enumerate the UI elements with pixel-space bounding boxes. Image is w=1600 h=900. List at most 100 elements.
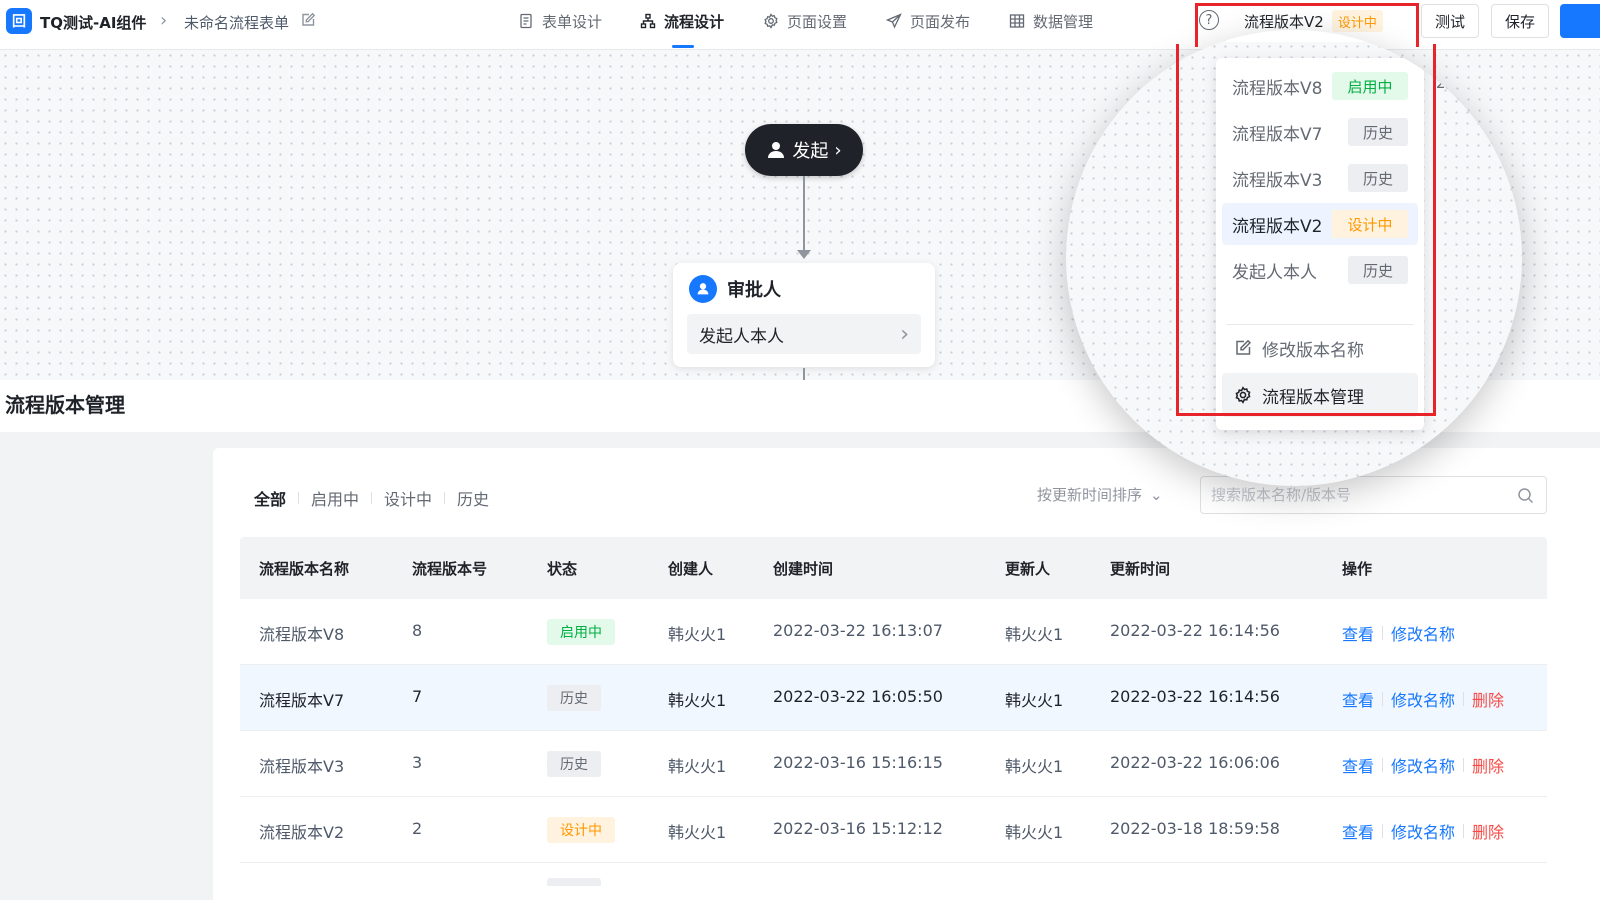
magnifier-callout: 流程版本V8 启用中 流程版本V7 历史 流程版本V3 历史 流程版本V2 设计… (1066, 30, 1522, 486)
version-option[interactable]: 发起人本人 历史 (1222, 249, 1418, 291)
tab-data-management[interactable]: 数据管理 (1009, 11, 1093, 31)
version-option-name: 流程版本V7 (1232, 124, 1323, 145)
edit-icon (1236, 339, 1252, 355)
version-option-selected[interactable]: 流程版本V2 设计中 (1222, 203, 1418, 245)
send-icon (886, 13, 902, 29)
tab-label: 页面发布 (910, 12, 971, 31)
cell-number: 8 (412, 621, 423, 640)
version-table: 流程版本名称 流程版本号 状态 创建人 创建时间 更新人 更新时间 操作 流程版… (240, 537, 1547, 863)
zoom-in-icon[interactable]: + (1486, 68, 1516, 98)
user-icon (768, 142, 785, 158)
flow-icon (640, 13, 656, 29)
version-option[interactable]: 流程版本V8 启用中 (1222, 65, 1418, 107)
table-row[interactable]: 流程版本V3 3 历史 韩火火1 2022-03-16 15:16:15 韩火火… (240, 731, 1547, 797)
view-button[interactable]: 查看 (1342, 687, 1374, 711)
tab-page-settings[interactable]: 页面设置 (763, 11, 847, 31)
version-dropdown: 流程版本V8 启用中 流程版本V7 历史 流程版本V3 历史 流程版本V2 设计… (1216, 58, 1424, 430)
manage-versions-action[interactable]: 流程版本管理 (1222, 373, 1418, 417)
status-badge: 历史 (1348, 164, 1408, 192)
status-badge: 设计中 (1332, 210, 1408, 238)
status-badge (547, 878, 601, 886)
table-row[interactable]: 流程版本V8 8 启用中 韩火火1 2022-03-22 16:13:07 韩火… (240, 599, 1547, 665)
cell-creator: 韩火火1 (668, 625, 727, 644)
version-select (1226, 30, 1422, 42)
help-icon[interactable]: ? (1199, 10, 1219, 30)
cell-updated-time: 2022-03-18 18:59:58 (1110, 819, 1280, 838)
version-option[interactable]: 流程版本V3 历史 (1222, 157, 1418, 199)
approver-node[interactable]: 审批人 发起人本人 › (673, 263, 935, 367)
cell-updated-time: 2022-03-22 16:06:06 (1110, 753, 1280, 772)
tab-flow-design[interactable]: 流程设计 (640, 11, 724, 31)
view-button[interactable]: 查看 (1342, 753, 1374, 777)
publish-button[interactable] (1560, 4, 1600, 38)
tab-label: 数据管理 (1033, 12, 1094, 31)
divider (1463, 692, 1465, 706)
start-node[interactable]: 发起 › (745, 124, 863, 176)
approver-avatar-icon (689, 275, 717, 303)
rename-version-action[interactable]: 修改版本名称 (1222, 326, 1418, 370)
status-badge: 启用中 (547, 619, 615, 645)
chevron-right-icon: › (834, 139, 842, 161)
tab-label: 页面设置 (787, 12, 848, 31)
tab-label: 流程设计 (664, 12, 725, 31)
chevron-down-icon: ⌄ (1150, 485, 1163, 504)
rename-button[interactable]: 修改名称 (1391, 753, 1455, 777)
cell-creator: 韩火火1 (668, 823, 727, 842)
approver-value-text: 发起人本人 (699, 326, 784, 347)
tab-page-publish[interactable]: 页面发布 (886, 11, 970, 31)
app-name[interactable]: TQ测试-AI组件 (40, 12, 146, 33)
sort-select[interactable]: 按更新时间排序 ⌄ (1037, 484, 1163, 505)
filter-design[interactable]: 设计中 (384, 486, 432, 510)
divider (1382, 758, 1384, 772)
delete-button[interactable]: 删除 (1472, 819, 1504, 843)
view-button[interactable]: 查看 (1342, 819, 1374, 843)
column-header: 更新人 (1005, 560, 1051, 578)
cell-updated-time: 2022-03-22 16:14:56 (1110, 621, 1280, 640)
table-row[interactable]: 流程版本V7 7 历史 韩火火1 2022-03-22 16:05:50 韩火火… (240, 665, 1547, 731)
cell-status: 历史 (547, 751, 601, 777)
chevron-right-icon: › (900, 321, 909, 347)
save-button[interactable]: 保存 (1491, 4, 1549, 38)
filter-active[interactable]: 启用中 (311, 486, 359, 510)
test-button[interactable]: 测试 (1421, 4, 1479, 38)
delete-button[interactable]: 删除 (1472, 687, 1504, 711)
app-logo-icon[interactable]: 回 (6, 8, 32, 34)
search-icon[interactable] (1517, 487, 1534, 504)
cell-name: 流程版本V3 (259, 757, 345, 776)
filter-all[interactable]: 全部 (254, 486, 286, 510)
rename-version-label: 修改版本名称 (1262, 340, 1364, 361)
current-version-name: 流程版本V2 (1244, 12, 1324, 31)
rename-button[interactable]: 修改名称 (1391, 621, 1455, 645)
status-badge: 历史 (547, 751, 601, 777)
column-header: 更新时间 (1110, 560, 1171, 578)
filter-history[interactable]: 历史 (457, 486, 489, 510)
chevron-right-icon: › (160, 10, 168, 31)
arrow-down-icon (797, 250, 811, 259)
status-badge: 历史 (1348, 256, 1408, 284)
manage-versions-label: 流程版本管理 (1262, 387, 1364, 408)
edit-icon[interactable] (300, 12, 316, 28)
search-input[interactable] (1201, 477, 1501, 513)
status-badge: 历史 (1348, 118, 1408, 146)
cell-creator: 韩火火1 (668, 757, 727, 776)
cell-updater: 韩火火1 (1005, 757, 1064, 776)
delete-button[interactable]: 删除 (1472, 753, 1504, 777)
column-header: 创建时间 (773, 560, 834, 578)
status-badge: 设计中 (1331, 10, 1383, 32)
cell-created-time: 2022-03-22 16:13:07 (773, 621, 943, 640)
version-option[interactable]: 流程版本V7 历史 (1222, 111, 1418, 153)
flow-connector (803, 176, 805, 252)
view-button[interactable]: 查看 (1342, 621, 1374, 645)
approver-title: 审批人 (727, 280, 781, 301)
cell-status: 历史 (547, 685, 601, 711)
rename-button[interactable]: 修改名称 (1391, 687, 1455, 711)
cell-updated-time: 2022-03-22 16:14:56 (1110, 687, 1280, 706)
table-row[interactable]: 流程版本V2 2 设计中 韩火火1 2022-03-16 15:12:12 韩火… (240, 797, 1547, 863)
status-badge: 启用中 (1332, 72, 1408, 100)
status-badge: 设计中 (547, 817, 615, 843)
cell-updater: 韩火火1 (1005, 625, 1064, 644)
approver-value[interactable]: 发起人本人 › (687, 314, 921, 354)
form-name[interactable]: 未命名流程表单 (184, 12, 289, 33)
tab-form-design[interactable]: 表单设计 (518, 11, 602, 31)
rename-button[interactable]: 修改名称 (1391, 819, 1455, 843)
